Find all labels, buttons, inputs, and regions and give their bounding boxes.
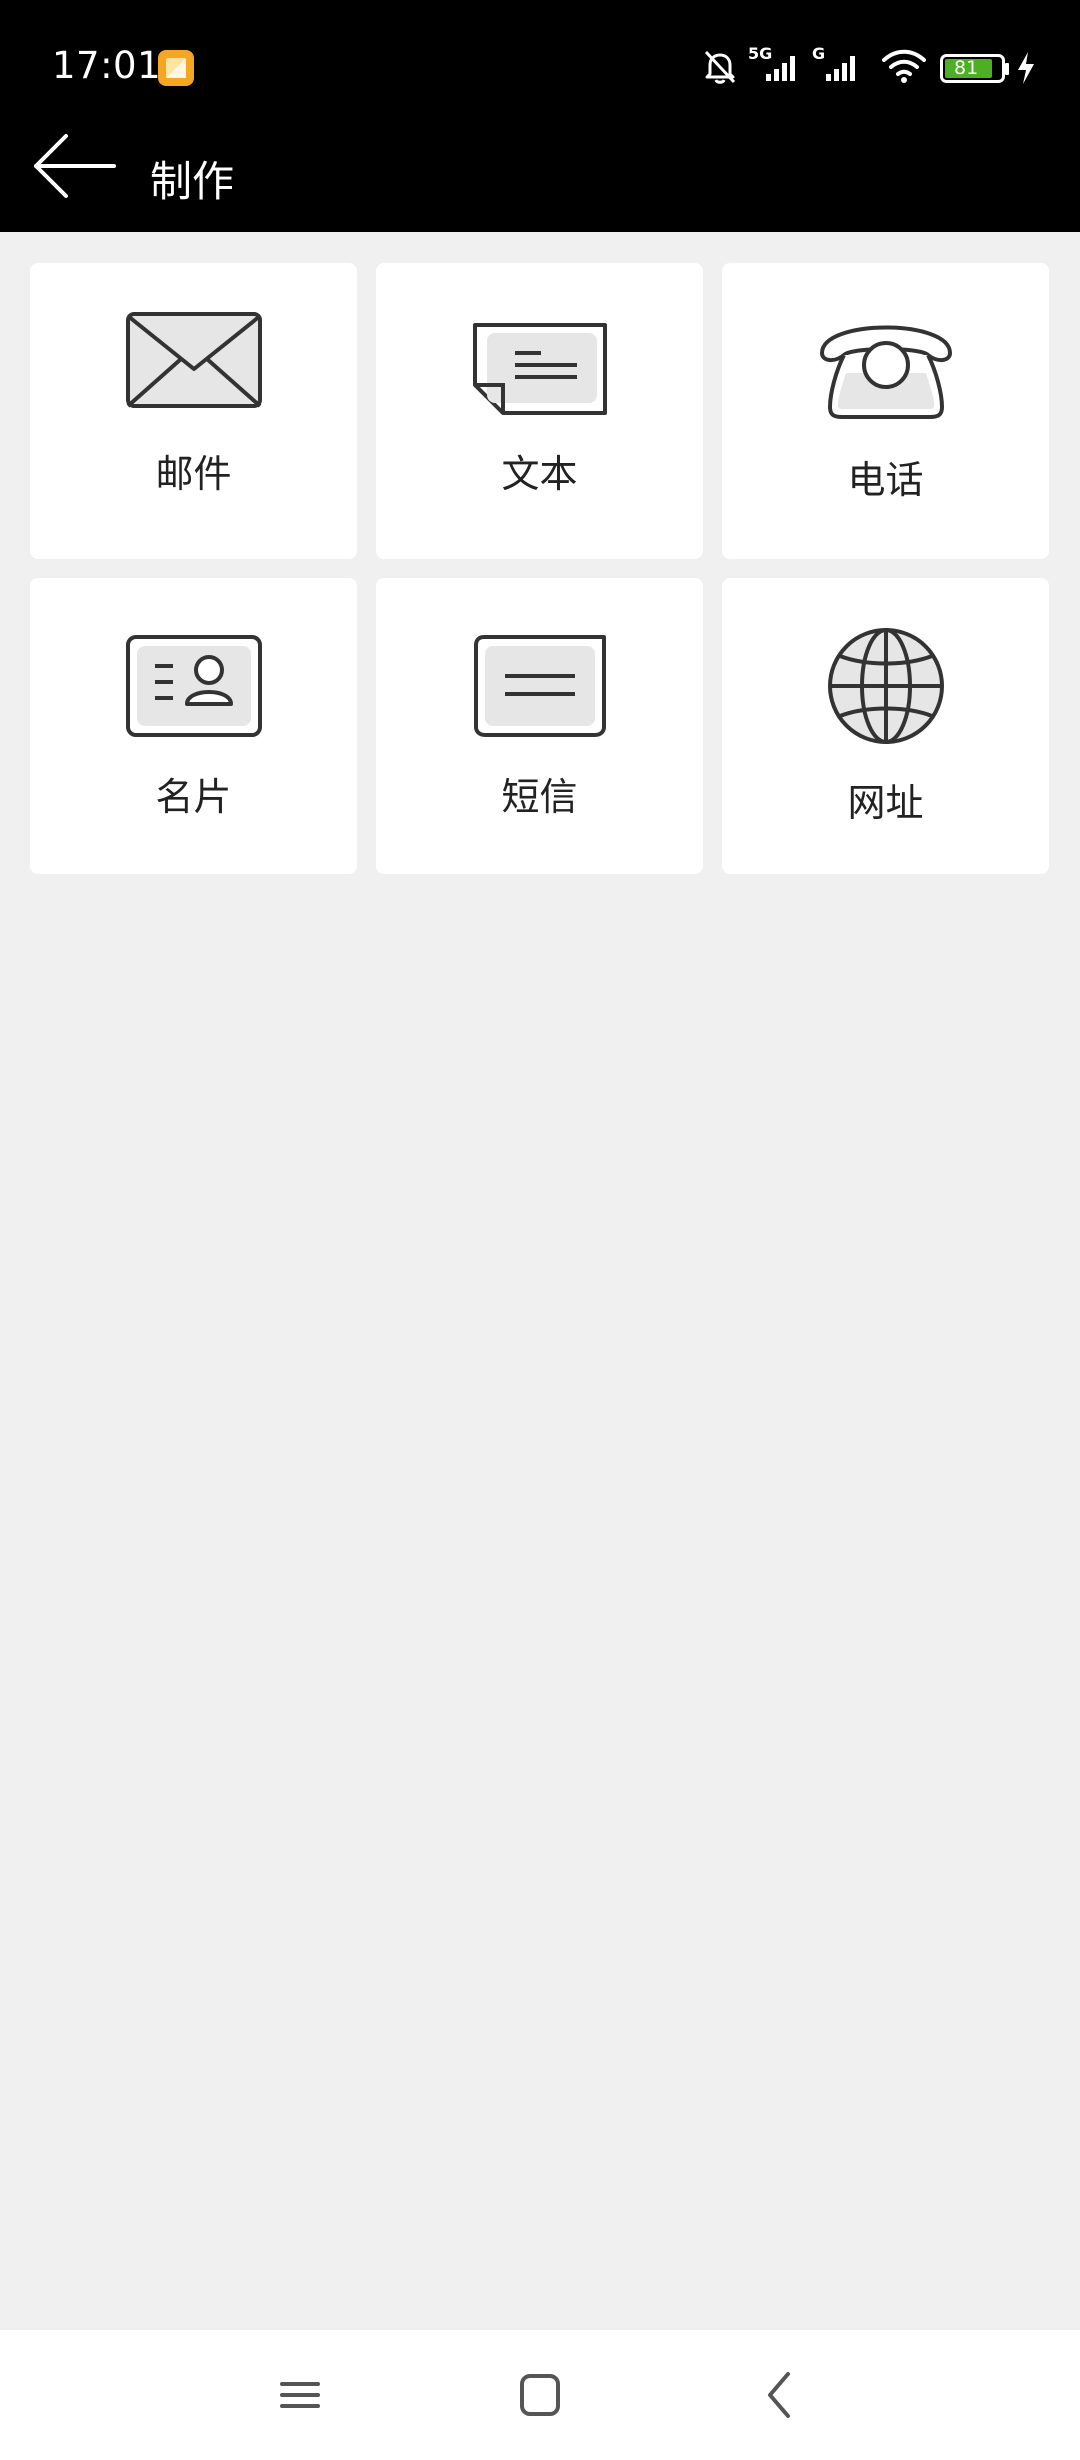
grid-card-sms[interactable]: 短信 [376,578,703,874]
grid-card-mail[interactable]: 邮件 [30,263,357,559]
grid-card-text[interactable]: 文本 [376,263,703,559]
grid-card-label: 短信 [501,775,578,819]
globe-url-icon [722,626,1049,746]
grid-card-label: 网址 [847,781,924,825]
home-square-icon [490,2350,590,2440]
grid-card-label: 名片 [155,775,232,819]
grid-card-phone[interactable]: 电话 [722,263,1049,559]
grid-card-label: 文本 [501,452,578,496]
telephone-icon [722,311,1049,431]
charging-icon [1016,50,1036,90]
app-notification-icon [157,49,195,87]
status-icons: 5G G 81 [700,44,1040,92]
back-arrow-icon [28,134,128,236]
mute-bell-icon [700,46,740,90]
grid-card-label: 邮件 [155,452,232,496]
back-button[interactable] [28,132,128,232]
business-card-icon [30,634,357,754]
wifi-icon [880,46,928,90]
app-header: 制作 [0,132,1080,232]
grid-card-url[interactable]: 网址 [722,578,1049,874]
menu-button[interactable] [250,2350,350,2440]
grid-card-business-card[interactable]: 名片 [30,578,357,874]
status-time: 17:01 [52,44,162,87]
battery-level: 81 [954,57,979,79]
back-nav-button[interactable] [730,2350,830,2440]
grid-card-label: 电话 [847,458,924,502]
text-note-icon [376,321,703,441]
status-bar: 17:01 5G G 81 [0,0,1080,132]
home-button[interactable] [490,2350,590,2440]
page-title: 制作 [150,157,235,206]
back-chevron-icon [730,2350,830,2440]
mail-envelope-icon [30,311,357,431]
sms-message-icon [376,634,703,754]
menu-icon [250,2350,350,2440]
system-nav-bar [0,2330,1080,2460]
